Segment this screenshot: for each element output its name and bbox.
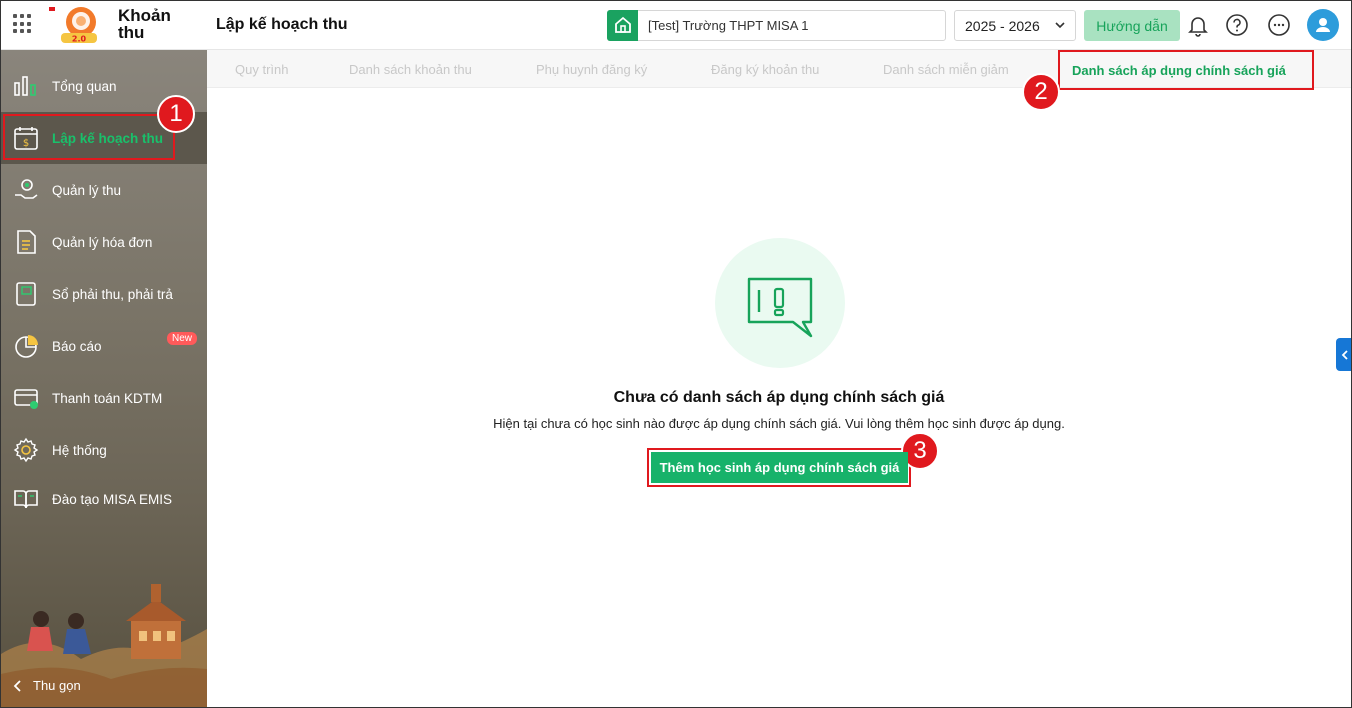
- svg-text:$: $: [23, 138, 29, 149]
- sidebar-item-receivables-payables[interactable]: Sổ phải thu, phải trả: [1, 268, 207, 320]
- school-year-value: 2025 - 2026: [965, 17, 1040, 34]
- step-marker-1: 1: [157, 95, 195, 133]
- ledger-book-icon: [16, 282, 36, 306]
- sidebar-item-label: Báo cáo: [52, 338, 102, 354]
- app-name-line1: Khoản: [118, 6, 171, 25]
- tab-price-policy-list[interactable]: Danh sách áp dụng chính sách giá: [1072, 63, 1286, 78]
- tab-parent-registration[interactable]: Phụ huynh đăng ký: [536, 62, 647, 77]
- side-panel-toggle[interactable]: [1336, 338, 1351, 371]
- sidebar-item-reports[interactable]: Báo cáo: [1, 320, 207, 372]
- guide-button[interactable]: Hướng dẫn: [1084, 10, 1180, 41]
- app-name: Khoản thu: [118, 7, 171, 41]
- school-name: [Test] Trường THPT MISA 1: [648, 18, 809, 33]
- card-payment-icon: [14, 389, 38, 409]
- sidebar-item-label: Quản lý hóa đơn: [52, 234, 153, 250]
- tab-revenue-list[interactable]: Danh sách khoản thu: [349, 62, 472, 77]
- sidebar-item-system[interactable]: Hệ thống: [1, 424, 207, 476]
- sidebar-item-label: Hệ thống: [52, 442, 107, 458]
- tab-bar: Quy trình Danh sách khoản thu Phụ huynh …: [207, 50, 1351, 88]
- app-name-line2: thu: [118, 23, 145, 42]
- gear-icon: [13, 437, 39, 463]
- sidebar-item-label: Lập kế hoạch thu: [52, 130, 164, 146]
- empty-state-title: Chưa có danh sách áp dụng chính sách giá: [613, 389, 945, 406]
- invoice-icon: [17, 230, 36, 254]
- pie-chart-icon: [15, 335, 38, 358]
- sidebar-item-training[interactable]: Đào tạo MISA EMIS: [1, 473, 207, 525]
- open-book-icon: [14, 490, 38, 509]
- svg-text:2.0: 2.0: [72, 35, 87, 44]
- chevron-left-icon: [13, 679, 21, 692]
- tab-exemption-list[interactable]: Danh sách miễn giảm: [883, 62, 1009, 77]
- new-badge: New: [167, 332, 198, 345]
- user-avatar[interactable]: [1307, 9, 1339, 41]
- warning-message-icon: [747, 277, 813, 338]
- hand-coin-icon: [15, 179, 38, 199]
- chart-bar-icon: [14, 76, 36, 96]
- page-title: Lập kế hoạch thu: [216, 16, 348, 33]
- bell-icon[interactable]: [1186, 13, 1210, 37]
- tab-revenue-registration[interactable]: Đăng ký khoản thu: [711, 62, 819, 77]
- sidebar-item-invoice-management[interactable]: Quản lý hóa đơn: [1, 216, 207, 268]
- app-window: 2.0 Khoản thu Lập kế hoạch thu [Test] Tr…: [0, 0, 1352, 708]
- collapse-label: Thu gọn: [33, 678, 81, 693]
- sidebar-item-label: Thanh toán KDTM: [52, 390, 163, 406]
- app-logo: 2.0: [49, 7, 97, 44]
- sidebar-item-revenue-management[interactable]: Quản lý thu: [1, 164, 207, 216]
- home-icon: [607, 9, 638, 41]
- add-student-price-policy-button[interactable]: Thêm học sinh áp dụng chính sách giá: [651, 452, 908, 483]
- sidebar: Tổng quan $ Lập kế hoạch thu Quản lý thu…: [1, 50, 207, 707]
- help-icon[interactable]: [1225, 13, 1249, 37]
- user-icon: [1316, 18, 1330, 32]
- school-year-dropdown[interactable]: 2025 - 2026: [954, 10, 1076, 41]
- sidebar-item-cashless-payment[interactable]: Thanh toán KDTM: [1, 372, 207, 424]
- more-options-icon[interactable]: [1267, 13, 1291, 37]
- tab-process[interactable]: Quy trình: [235, 62, 288, 77]
- sidebar-item-label: Tổng quan: [52, 78, 117, 94]
- chevron-down-icon: [1055, 22, 1065, 29]
- sidebar-item-label: Sổ phải thu, phải trả: [52, 286, 173, 302]
- sidebar-item-label: Đào tạo MISA EMIS: [52, 491, 173, 507]
- empty-state-illustration: [715, 238, 845, 368]
- chevron-left-icon: [1341, 349, 1348, 360]
- empty-state-description: Hiện tại chưa có học sinh nào được áp dụ…: [493, 416, 1065, 431]
- app-grid-icon[interactable]: [13, 14, 33, 34]
- calendar-dollar-icon: $: [14, 127, 38, 150]
- collapse-sidebar-button[interactable]: Thu gọn: [11, 678, 81, 693]
- sidebar-item-label: Quản lý thu: [52, 182, 122, 198]
- top-bar: 2.0 Khoản thu Lập kế hoạch thu [Test] Tr…: [1, 1, 1351, 50]
- step-marker-2: 2: [1022, 73, 1060, 111]
- school-selector[interactable]: [Test] Trường THPT MISA 1: [607, 9, 946, 41]
